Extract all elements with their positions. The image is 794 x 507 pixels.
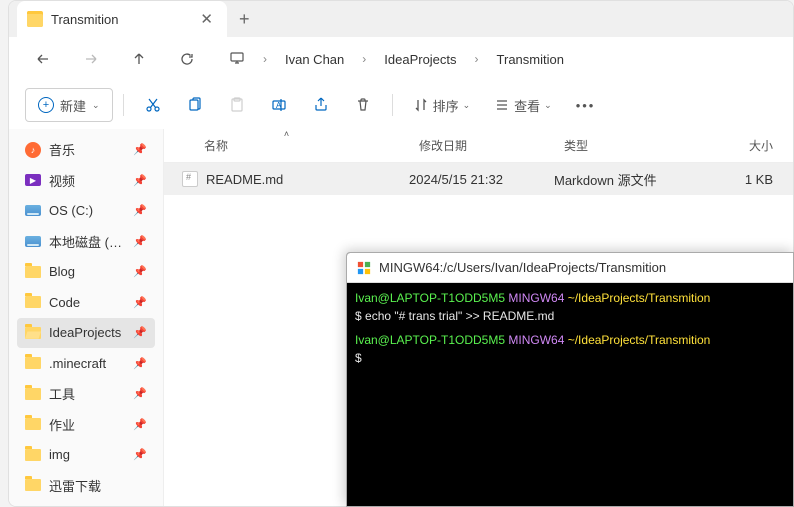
- video-icon: ▶: [25, 174, 41, 186]
- sidebar-item-tools[interactable]: 工具📌: [17, 379, 155, 409]
- music-icon: ♪: [25, 142, 41, 158]
- sidebar-item-img[interactable]: img📌: [17, 440, 155, 470]
- header-size[interactable]: 大小: [669, 137, 793, 154]
- folder-icon: [27, 11, 43, 27]
- header-type[interactable]: 类型: [554, 137, 669, 154]
- file-row[interactable]: README.md 2024/5/15 21:32 Markdown 源文件 1…: [164, 163, 793, 195]
- pin-icon[interactable]: 📌: [133, 387, 147, 400]
- delete-button[interactable]: [344, 88, 382, 122]
- terminal-body[interactable]: Ivan@LAPTOP-T1ODD5M5 MINGW64 ~/IdeaProje…: [347, 283, 793, 506]
- folder-icon: [25, 296, 41, 308]
- navbar: › Ivan Chan › IdeaProjects › Transmition: [9, 37, 793, 81]
- markdown-file-icon: [182, 171, 198, 187]
- sidebar-item-homework[interactable]: 作业📌: [17, 410, 155, 440]
- separator: [392, 94, 393, 116]
- sort-asc-icon: ˄: [284, 129, 289, 139]
- file-date: 2024/5/15 21:32: [409, 172, 554, 187]
- drive-icon: [25, 205, 41, 216]
- window-tab[interactable]: Transmition ✕: [17, 1, 227, 37]
- view-label: 查看: [514, 96, 540, 115]
- header-name[interactable]: ˄名称: [164, 137, 409, 154]
- breadcrumb[interactable]: › Ivan Chan › IdeaProjects › Transmition: [223, 48, 777, 71]
- drive-icon: [25, 236, 41, 247]
- folder-icon: [25, 266, 41, 278]
- pin-icon[interactable]: 📌: [133, 265, 147, 278]
- sidebar-item-ideaprojects[interactable]: IdeaProjects📌: [17, 318, 155, 348]
- pin-icon[interactable]: 📌: [133, 418, 147, 431]
- sidebar-item-drive-d[interactable]: 本地磁盘 (D:)📌: [17, 227, 155, 257]
- pin-icon[interactable]: 📌: [133, 326, 147, 339]
- tab-title: Transmition: [51, 12, 118, 27]
- folder-icon: [25, 388, 41, 400]
- file-size: 1 KB: [669, 172, 793, 187]
- pin-icon[interactable]: 📌: [133, 448, 147, 461]
- pin-icon[interactable]: 📌: [133, 296, 147, 309]
- sidebar-item-music[interactable]: ♪音乐📌: [17, 135, 155, 165]
- close-tab-button[interactable]: ✕: [196, 8, 217, 30]
- sidebar-item-code[interactable]: Code📌: [17, 288, 155, 318]
- new-button[interactable]: + 新建 ⌄: [25, 88, 113, 122]
- folder-icon: [25, 418, 41, 430]
- sidebar: ♪音乐📌 ▶视频📌 OS (C:)📌 本地磁盘 (D:)📌 Blog📌 Code…: [9, 129, 164, 506]
- sidebar-item-video[interactable]: ▶视频📌: [17, 166, 155, 196]
- header-date[interactable]: 修改日期: [409, 137, 554, 154]
- breadcrumb-part[interactable]: Ivan Chan: [279, 50, 350, 69]
- pin-icon[interactable]: 📌: [133, 143, 147, 156]
- share-button[interactable]: [302, 88, 340, 122]
- pin-icon[interactable]: 📌: [133, 235, 147, 248]
- paste-button[interactable]: [218, 88, 256, 122]
- chevron-down-icon: ⌄: [463, 100, 471, 111]
- pin-icon[interactable]: 📌: [133, 204, 147, 217]
- plus-icon: +: [38, 97, 54, 113]
- terminal-titlebar[interactable]: MINGW64:/c/Users/Ivan/IdeaProjects/Trans…: [347, 253, 793, 283]
- new-tab-button[interactable]: +: [227, 9, 262, 30]
- terminal-prompt[interactable]: $: [355, 349, 785, 367]
- folder-icon: [25, 449, 41, 461]
- chevron-right-icon: ›: [469, 50, 485, 68]
- copy-button[interactable]: [176, 88, 214, 122]
- more-button[interactable]: •••: [566, 88, 606, 122]
- rename-button[interactable]: A: [260, 88, 298, 122]
- view-button[interactable]: 查看 ⌄: [484, 88, 562, 122]
- terminal-line: Ivan@LAPTOP-T1ODD5M5 MINGW64 ~/IdeaProje…: [355, 331, 785, 349]
- sidebar-item-minecraft[interactable]: .minecraft📌: [17, 349, 155, 379]
- new-label: 新建: [60, 96, 86, 115]
- sidebar-item-xunlei[interactable]: 迅雷下载: [17, 471, 155, 501]
- chevron-right-icon: ›: [356, 50, 372, 68]
- sort-label: 排序: [433, 96, 459, 115]
- folder-icon: [25, 357, 41, 369]
- sidebar-item-blog[interactable]: Blog📌: [17, 257, 155, 287]
- sort-button[interactable]: 排序 ⌄: [403, 88, 481, 122]
- up-button[interactable]: [121, 41, 157, 77]
- terminal-title: MINGW64:/c/Users/Ivan/IdeaProjects/Trans…: [379, 260, 666, 275]
- monitor-icon[interactable]: [223, 48, 251, 71]
- chevron-right-icon: ›: [257, 50, 273, 68]
- terminal-window[interactable]: MINGW64:/c/Users/Ivan/IdeaProjects/Trans…: [346, 252, 794, 507]
- file-name: README.md: [206, 172, 283, 187]
- pin-icon[interactable]: 📌: [133, 174, 147, 187]
- cut-button[interactable]: [134, 88, 172, 122]
- terminal-line: $ echo "# trans trial" >> README.md: [355, 307, 785, 325]
- sidebar-item-drive-c[interactable]: OS (C:)📌: [17, 196, 155, 226]
- back-button[interactable]: [25, 41, 61, 77]
- terminal-line: Ivan@LAPTOP-T1ODD5M5 MINGW64 ~/IdeaProje…: [355, 289, 785, 307]
- file-type: Markdown 源文件: [554, 170, 669, 189]
- separator: [123, 94, 124, 116]
- forward-button[interactable]: [73, 41, 109, 77]
- list-header: ˄名称 修改日期 类型 大小: [164, 129, 793, 163]
- folder-icon: [25, 479, 41, 491]
- titlebar: Transmition ✕ +: [9, 1, 793, 37]
- toolbar: + 新建 ⌄ A 排序 ⌄ 查看 ⌄ •••: [9, 81, 793, 129]
- breadcrumb-part[interactable]: IdeaProjects: [378, 50, 462, 69]
- chevron-down-icon: ⌄: [92, 100, 100, 111]
- chevron-down-icon: ⌄: [544, 100, 552, 111]
- folder-open-icon: [25, 327, 41, 339]
- breadcrumb-part[interactable]: Transmition: [491, 50, 570, 69]
- pin-icon[interactable]: 📌: [133, 357, 147, 370]
- git-bash-icon: [357, 261, 371, 275]
- refresh-button[interactable]: [169, 41, 205, 77]
